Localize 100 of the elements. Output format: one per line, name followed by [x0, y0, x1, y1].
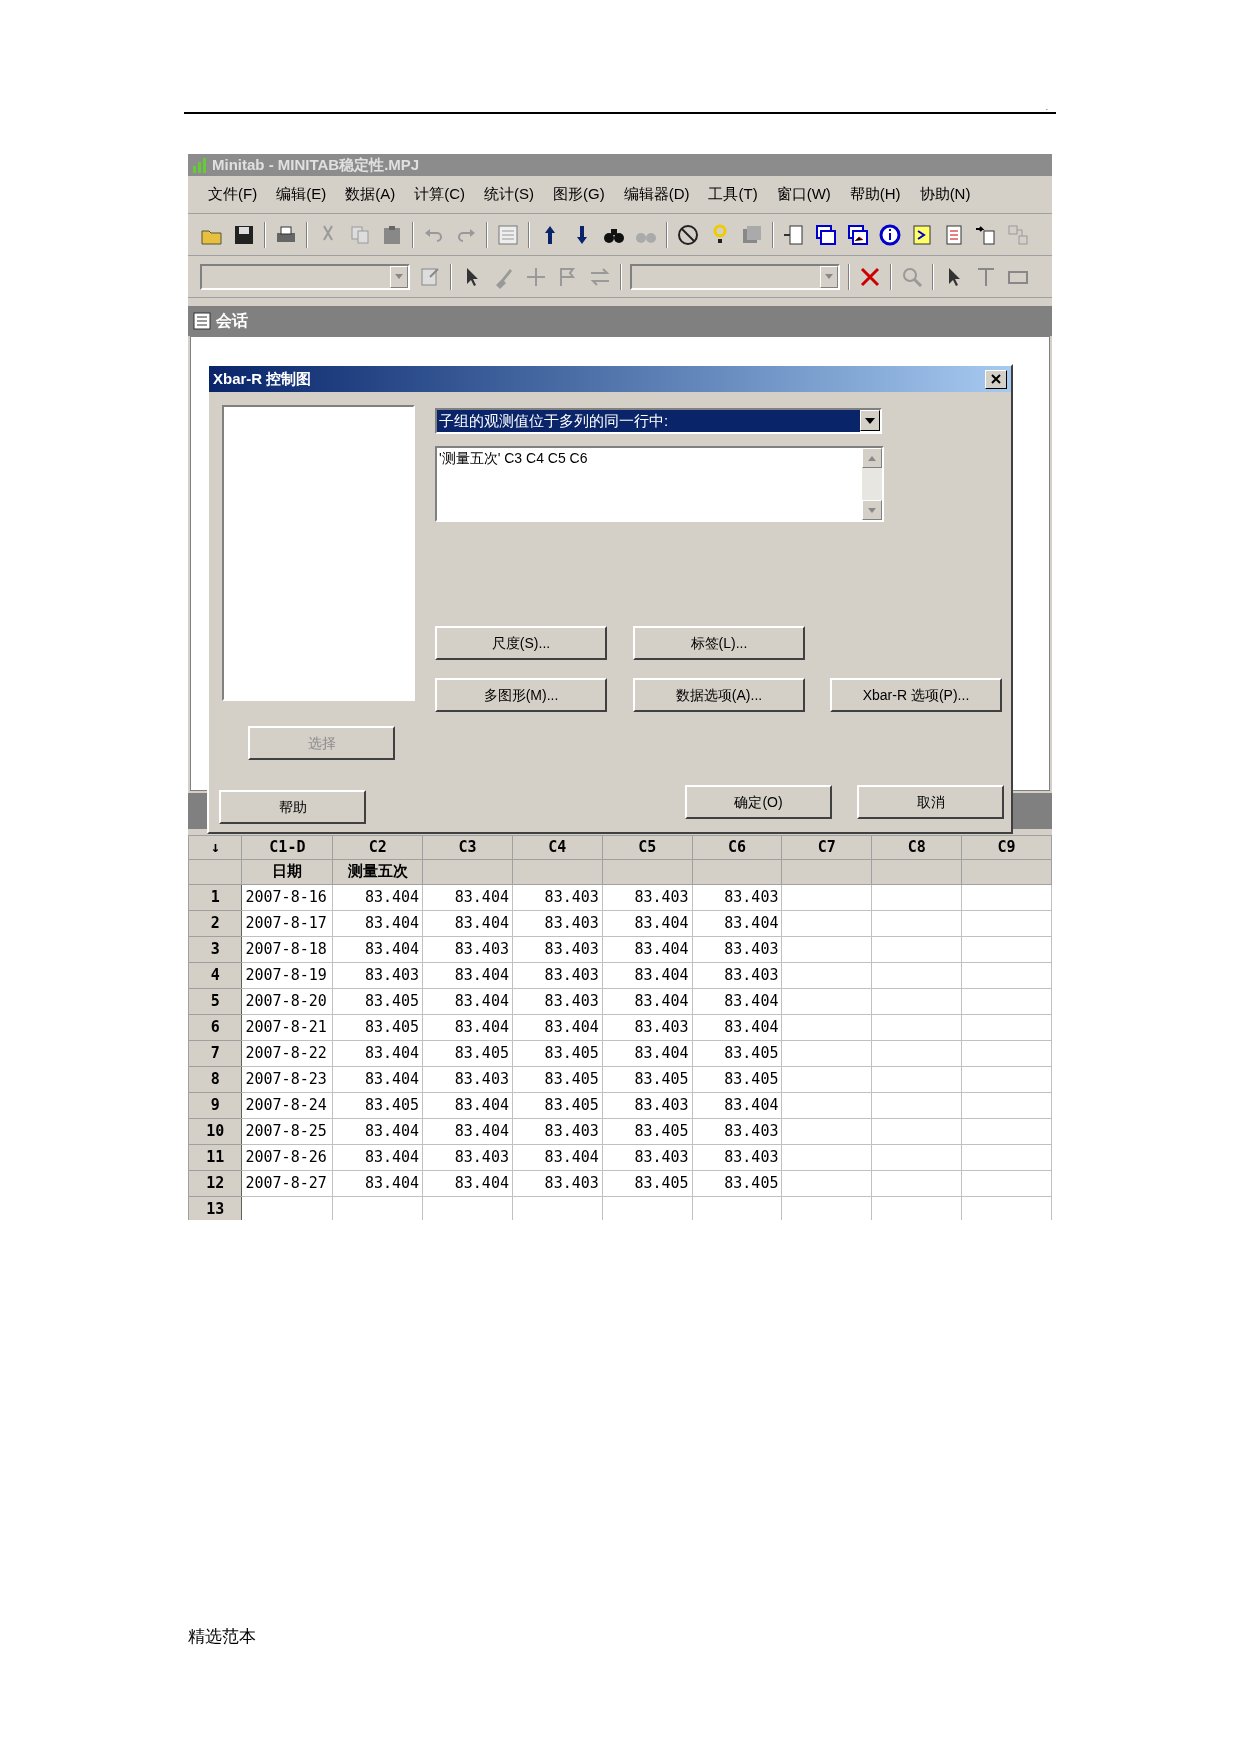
scroll-down-button[interactable]: [862, 500, 882, 520]
sort-arrow-cell: ↓: [188, 835, 242, 859]
row-number: 2: [188, 910, 242, 936]
table-cell: 83.403: [692, 1144, 782, 1170]
table-cell: 2007-8-18: [242, 936, 333, 962]
ok-button[interactable]: 确定(O): [685, 785, 832, 819]
table-cell: 83.404: [332, 1170, 423, 1196]
column-name[interactable]: 日期: [242, 859, 333, 884]
prohibited-icon[interactable]: [676, 222, 700, 247]
variables-field[interactable]: '测量五次' C3 C4 C5 C6: [435, 446, 884, 522]
column-header[interactable]: C8: [871, 835, 962, 859]
column-header[interactable]: C2: [332, 835, 423, 859]
menu-item[interactable]: 统计(S): [484, 183, 534, 206]
table-cell: 83.404: [692, 1092, 782, 1118]
row-number: 13: [188, 1196, 242, 1220]
help-button[interactable]: 帮助: [219, 790, 366, 824]
table-cell: 83.404: [692, 1014, 782, 1040]
table-cell: 83.403: [692, 936, 782, 962]
row-number: 8: [188, 1066, 242, 1092]
multiple-graphs-button[interactable]: 多图形(M)...: [435, 678, 607, 712]
menu-item[interactable]: 帮助(H): [849, 183, 901, 206]
close-button[interactable]: [985, 369, 1007, 389]
table-cell: 83.405: [332, 1092, 423, 1118]
column-header[interactable]: C3: [422, 835, 513, 859]
labels-button[interactable]: 标签(L)...: [633, 626, 805, 660]
table-cell: 83.403: [422, 1066, 513, 1092]
windows-icon[interactable]: [814, 222, 838, 247]
table-cell: 83.404: [602, 1040, 693, 1066]
table-cell: 83.403: [692, 962, 782, 988]
column-name[interactable]: 测量五次: [332, 859, 423, 884]
menu-item[interactable]: 图形(G): [553, 183, 605, 206]
column-header[interactable]: C9: [961, 835, 1052, 859]
table-cell: 83.405: [422, 1040, 513, 1066]
column-header[interactable]: C4: [512, 835, 603, 859]
window-title: Minitab - MINITAB稳定性.MPJ: [212, 154, 420, 175]
table-cell: 83.404: [422, 1092, 513, 1118]
combo-box[interactable]: [200, 263, 410, 290]
table-cell: 83.404: [692, 988, 782, 1014]
window-icon[interactable]: [496, 222, 520, 247]
menu-item[interactable]: 文件(F): [208, 183, 258, 206]
table-cell: 83.404: [602, 910, 693, 936]
table-cell: 83.403: [602, 1144, 693, 1170]
table-cell: 83.403: [512, 1118, 603, 1144]
options-button[interactable]: Xbar-R 选项(P)...: [830, 678, 1002, 712]
menu-item[interactable]: 数据(A): [345, 183, 396, 206]
table-cell: 83.405: [692, 1170, 782, 1196]
table-cell: 2007-8-17: [242, 910, 333, 936]
close-icon: [991, 374, 1001, 384]
dropdown[interactable]: 子组的观测值位于多列的同一行中:: [435, 408, 882, 434]
info-icon[interactable]: [878, 222, 902, 247]
table-cell: 2007-8-27: [242, 1170, 333, 1196]
data-options-button[interactable]: 数据选项(A)...: [633, 678, 805, 712]
table-cell: 83.404: [602, 962, 693, 988]
menu-item[interactable]: 编辑(E): [276, 183, 327, 206]
table-cell: 83.404: [332, 1040, 423, 1066]
menu-item[interactable]: 工具(T): [708, 183, 758, 206]
table-cell: 2007-8-25: [242, 1118, 333, 1144]
bar-chart-icon: [192, 157, 208, 173]
table-cell: 2007-8-23: [242, 1066, 333, 1092]
row-number: 11: [188, 1144, 242, 1170]
column-header[interactable]: C1-D: [242, 835, 333, 859]
table-cell: 83.404: [512, 1144, 603, 1170]
scrollbar[interactable]: [862, 448, 882, 520]
column-header[interactable]: C6: [692, 835, 782, 859]
table-cell: 83.405: [602, 1066, 693, 1092]
table-cell: 83.404: [422, 1118, 513, 1144]
table-cell: 83.403: [422, 936, 513, 962]
graph-nodes-icon[interactable]: [1006, 222, 1030, 247]
combo-box[interactable]: [630, 263, 840, 290]
scale-button[interactable]: 尺度(S)...: [435, 626, 607, 660]
table-cell: 83.403: [332, 962, 423, 988]
table-cell: 83.403: [602, 1014, 693, 1040]
table-cell: 83.403: [692, 884, 782, 910]
table-cell: 83.403: [512, 936, 603, 962]
table-cell: 83.404: [602, 988, 693, 1014]
windows-icon[interactable]: [846, 222, 870, 247]
table-cell: 83.403: [512, 988, 603, 1014]
menu-item[interactable]: 计算(C): [414, 183, 465, 206]
table-cell: 2007-8-24: [242, 1092, 333, 1118]
column-header[interactable]: C5: [602, 835, 693, 859]
table-cell: 83.404: [332, 910, 423, 936]
menu-item[interactable]: 窗口(W): [776, 183, 831, 206]
menu-item[interactable]: 协助(N): [919, 183, 971, 206]
table-cell: 83.404: [692, 910, 782, 936]
scroll-up-button[interactable]: [862, 448, 882, 468]
prompt-icon[interactable]: [910, 222, 934, 247]
column-header[interactable]: C7: [781, 835, 872, 859]
table-cell: 2007-8-22: [242, 1040, 333, 1066]
table-cell: 83.404: [512, 1014, 603, 1040]
cancel-button[interactable]: 取消: [857, 785, 1004, 819]
table-cell: 83.403: [512, 910, 603, 936]
table-cell: 2007-8-20: [242, 988, 333, 1014]
table-cell: 2007-8-21: [242, 1014, 333, 1040]
table-cell: 83.403: [602, 884, 693, 910]
menu-item[interactable]: 编辑器(D): [623, 183, 690, 206]
table-cell: 2007-8-26: [242, 1144, 333, 1170]
table-cell: 83.404: [422, 884, 513, 910]
table-cell: 83.404: [332, 1118, 423, 1144]
table-cell: 83.403: [422, 1144, 513, 1170]
session-title: 会话: [216, 311, 248, 331]
